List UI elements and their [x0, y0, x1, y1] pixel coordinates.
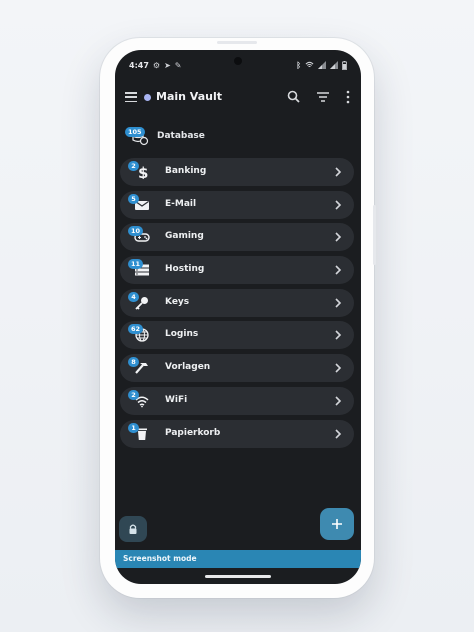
notification-edit-icon: ✎ [174, 60, 182, 70]
category-count-badge: 1 [128, 422, 139, 433]
category-item-vorlagen[interactable]: 8 Vorlagen [120, 354, 354, 383]
bluetooth-icon: ᛒ [296, 60, 301, 70]
category-count-badge: 10 [128, 226, 144, 237]
category-count-badge: 5 [128, 193, 139, 204]
category-label: Gaming [165, 231, 204, 242]
category-label: Hosting [165, 264, 205, 275]
notification-settings-icon: ⚙ [152, 60, 161, 70]
category-count-badge: 11 [128, 259, 144, 270]
category-item-wifi[interactable]: 2 WiFi [120, 386, 354, 415]
lock-button[interactable] [119, 516, 147, 542]
menu-icon[interactable] [125, 92, 137, 103]
category-label: Papierkorb [165, 427, 221, 438]
category-count-badge: 62 [128, 324, 144, 335]
status-bar: 4:47 ⚙ ➤ ✎ ᛒ [129, 58, 347, 72]
vault-title[interactable]: Main Vault [156, 90, 222, 103]
category-item-papierkorb[interactable]: 1 Papierkorb [120, 419, 354, 448]
category-label: Banking [165, 166, 207, 176]
app-screen: 4:47 ⚙ ➤ ✎ ᛒ Main Vault 105 Database $ 2… [115, 50, 361, 584]
chevron-right-icon [335, 363, 342, 373]
plus-icon [332, 519, 342, 529]
status-time: 4:47 [129, 60, 149, 70]
category-label: Logins [165, 329, 199, 340]
category-item-logins[interactable]: 62 Logins [120, 321, 354, 350]
category-label: E-Mail [165, 198, 197, 209]
category-item-banking[interactable]: $ 2 Banking [120, 158, 354, 186]
signal-2-icon [330, 61, 338, 69]
category-item-hosting[interactable]: 11 Hosting [120, 256, 354, 285]
database-count-badge: 105 [125, 127, 145, 137]
screenshot-mode-banner: Screenshot mode [115, 550, 361, 568]
chevron-right-icon [335, 330, 342, 341]
chevron-right-icon [335, 200, 342, 210]
app-bar: Main Vault [115, 86, 361, 110]
chevron-right-icon [335, 167, 342, 177]
chevron-right-icon [335, 428, 342, 439]
wifi-status-icon [305, 61, 314, 68]
chevron-right-icon [335, 232, 342, 242]
lock-icon [129, 524, 137, 534]
sort-icon[interactable] [314, 88, 332, 106]
category-item-e-mail[interactable]: 5 E-Mail [120, 190, 354, 219]
category-count-badge: 2 [128, 161, 139, 171]
home-indicator[interactable] [205, 575, 271, 578]
add-entry-button[interactable] [320, 508, 354, 540]
database-label: Database [157, 131, 205, 141]
battery-icon [342, 60, 347, 70]
notification-send-icon: ➤ [164, 60, 171, 70]
more-vert-icon[interactable] [339, 88, 357, 106]
vault-color-dot [144, 94, 151, 101]
category-item-keys[interactable]: 4 Keys [120, 288, 354, 317]
signal-1-icon [318, 61, 326, 69]
category-item-gaming[interactable]: 10 Gaming [120, 223, 354, 252]
chevron-right-icon [335, 298, 342, 308]
chevron-right-icon [335, 396, 342, 406]
category-label: WiFi [165, 394, 188, 405]
phone-side-button [373, 205, 376, 265]
category-label: Keys [165, 296, 190, 307]
database-row[interactable]: 105 Database [125, 127, 325, 149]
category-label: Vorlagen [165, 362, 211, 373]
svg-text:$: $ [138, 165, 148, 179]
chevron-right-icon [335, 265, 342, 275]
category-count-badge: 4 [128, 291, 139, 302]
category-count-badge: 8 [128, 357, 139, 368]
search-icon[interactable] [285, 88, 303, 106]
category-count-badge: 2 [128, 389, 139, 400]
category-list: $ 2 Banking 5 E-Mail 10 Gaming 11 Hostin… [120, 158, 354, 452]
phone-top-speaker [217, 41, 257, 44]
